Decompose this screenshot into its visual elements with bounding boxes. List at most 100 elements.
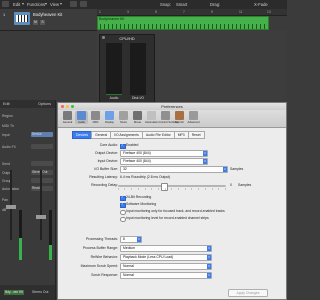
toolbar-automation-button[interactable]: Automation [145, 111, 159, 124]
toolbar-label: Audio [78, 121, 85, 124]
preferences-window: Preferences General Audio MIDI Display S… [57, 102, 287, 300]
ruler-tick: 1 [99, 10, 101, 14]
track-header[interactable]: 1 Bodyheaven Kit M S [0, 9, 97, 31]
track-name[interactable]: Bodyheaven Kit [33, 12, 62, 17]
display-icon [105, 111, 114, 120]
inspector-label: MIDI Th [2, 124, 14, 128]
audio-load-meter [106, 43, 122, 95]
chevron-updown-icon: ⇕ [207, 273, 211, 278]
bit24-recording-checkbox[interactable] [120, 195, 126, 201]
chevron-updown-icon: ⇕ [223, 167, 227, 172]
toolbar-audio-button[interactable]: Audio [75, 111, 88, 124]
max-scrub-speed-popup[interactable]: Normal ⇕ [120, 263, 212, 270]
output-device-popup[interactable]: Fireface 400 (844) ⇕ [120, 150, 208, 157]
drag-value[interactable]: X-Fade [254, 2, 268, 7]
toolbar-label: My Info [175, 121, 184, 124]
tab-general[interactable]: General [91, 131, 112, 139]
toolbar-display-button[interactable]: Display [103, 111, 116, 124]
toolbar-score-button[interactable]: Score [117, 111, 130, 124]
tab-devices[interactable]: Devices [72, 131, 93, 139]
core-audio-enabled-checkbox[interactable] [120, 143, 126, 149]
inspector-label: Input [2, 133, 10, 137]
chevron-down-icon: ▾ [22, 1, 25, 6]
menu-functions[interactable]: Functions [27, 2, 45, 7]
toolbar-midi-button[interactable]: MIDI [89, 111, 102, 124]
rewire-behavior-popup[interactable]: Playback Mode (Less CPU Load) ⇕ [120, 254, 212, 261]
scrub-response-popup[interactable]: Normal ⇕ [120, 272, 212, 279]
process-buffer-range-value: Medium [123, 246, 136, 250]
chevron-down-icon: ▾ [45, 1, 48, 6]
midi-notes [100, 24, 266, 29]
toolbar-label: Display [105, 121, 114, 124]
recording-delay-label: Recording Delay: [91, 183, 118, 187]
lcd-icon[interactable] [2, 1, 9, 7]
io-buffer-size-popup[interactable]: 32 ⇕ [120, 166, 228, 173]
level-meter [49, 210, 52, 260]
tab-mp3[interactable]: MP3 [173, 131, 189, 139]
advanced-icon [189, 111, 198, 120]
cpu-window-title: CPU/HD [119, 36, 135, 41]
tab-edit[interactable]: Edit [3, 102, 10, 106]
snap-value[interactable]: Smart [176, 2, 187, 7]
monitoring-option-2-radio[interactable] [120, 216, 126, 222]
input-device-button[interactable]: Device [31, 132, 53, 137]
input-device-popup[interactable]: Fireface 400 (844) ⇕ [120, 158, 208, 165]
monitoring-option-1-radio[interactable] [120, 209, 126, 215]
toolbar-label: MIDI [92, 121, 99, 124]
toolbar-control-surfaces-button[interactable]: Control Surfaces [159, 111, 180, 124]
pencil-tool-icon[interactable] [80, 1, 87, 7]
solo-button[interactable]: S [40, 20, 45, 25]
resulting-latency-label: Resulting Latency: [89, 175, 118, 179]
toolbar-label: Movie [133, 121, 142, 124]
tab-io-assignments[interactable]: I/O Assignments [110, 131, 143, 139]
monitoring-option-1-label: Input monitoring only for focused track,… [126, 209, 225, 213]
chevron-down-icon: ▾ [60, 1, 63, 6]
software-monitoring-checkbox[interactable] [120, 202, 126, 208]
input-device-label: Input Device: [97, 159, 118, 163]
inspector-label: Region [2, 114, 13, 118]
ruler-tick: 3 [127, 10, 129, 14]
menu-view[interactable]: View [50, 2, 59, 7]
mute-button[interactable]: M [33, 20, 38, 25]
apply-changes-button[interactable]: Apply Changes [228, 289, 268, 297]
inspector-label: Send [2, 162, 10, 166]
toolbar-label: Control Surfaces [159, 121, 180, 124]
recording-delay-unit: Samples [238, 183, 252, 187]
scrub-response-label: Scrub Response: [91, 273, 118, 277]
window-title: Preferences [161, 104, 183, 109]
bit24-recording-label: 24-Bit Recording [126, 195, 152, 199]
recording-delay-slider-track[interactable] [118, 185, 226, 187]
chevron-updown-icon: ⇕ [203, 159, 207, 164]
resulting-latency-value: 6.4 ms Roundtrip (2.8 ms Output) [120, 175, 171, 179]
toolbar-my-info-button[interactable]: My Info [173, 111, 186, 124]
chevron-updown-icon: ⇕ [207, 255, 211, 260]
pointer-tool-icon[interactable] [70, 1, 77, 7]
tab-audio-file-editor[interactable]: Audio File Editor [141, 131, 175, 139]
ruler-tick: 7 [183, 10, 185, 14]
rewire-behavior-value: Playback Mode (Less CPU Load) [123, 255, 174, 259]
chevron-updown-icon: ⇕ [207, 264, 211, 269]
chevron-updown-icon: ⇕ [203, 151, 207, 156]
tab-reset[interactable]: Reset [187, 131, 205, 139]
movie-icon [133, 111, 142, 120]
tab-options[interactable]: Options [38, 102, 51, 106]
toolbar-advanced-button[interactable]: Advanced [187, 111, 200, 124]
recording-delay-slider-ticks [118, 188, 226, 190]
processing-threads-popup[interactable]: 8 ⇕ [120, 236, 142, 243]
disk-meter-label: Disk I/O [131, 96, 145, 100]
toolbar-movie-button[interactable]: Movie [131, 111, 144, 124]
rewire-behavior-label: ReWire Behavior: [90, 255, 118, 259]
core-audio-label: Core Audio: [99, 143, 118, 147]
process-buffer-range-popup[interactable]: Medium ⇕ [120, 245, 212, 252]
toolbar-label: Automation [145, 121, 159, 124]
score-icon [119, 111, 128, 120]
midi-region[interactable]: Bodyheaven Kit [97, 16, 269, 30]
volume-fader-handle[interactable] [36, 215, 46, 219]
volume-fader-handle[interactable] [6, 205, 16, 209]
menu-edit[interactable]: Edit [13, 2, 20, 7]
toolbar-general-button[interactable]: General [61, 111, 74, 124]
timeline-ruler[interactable]: 1 3 5 7 9 11 13 [97, 9, 287, 16]
channel-strip-name[interactable]: Bdy...ven Kit [4, 290, 24, 295]
ruler-tick: 9 [211, 10, 213, 14]
io-buffer-unit: Samples [230, 167, 244, 171]
